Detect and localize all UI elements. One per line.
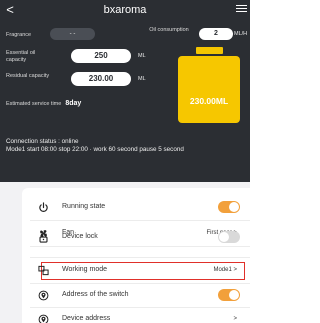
list-item-address-switch[interactable]: Address of the switch	[22, 284, 250, 307]
oil-consumption-unit: ML/H	[234, 31, 248, 37]
estimated-service-time: Estimated service time 8day	[6, 100, 81, 107]
list-item-device-address[interactable]: Device address >	[22, 308, 250, 323]
fragrance-value[interactable]: - -	[50, 28, 95, 40]
address-switch-label: Address of the switch	[62, 291, 129, 298]
residual-capacity-label: Residual capacity	[6, 73, 50, 79]
chevron-right-icon: >	[233, 267, 237, 273]
working-mode-icon	[38, 265, 49, 276]
oil-consumption-value[interactable]: 2	[199, 28, 233, 40]
connection-status: Connection status : online	[6, 138, 79, 145]
oil-consumption-label: Oil consumption	[149, 27, 189, 33]
app-screen: < bxaroma Fragrance - - Oil consumption …	[0, 0, 250, 323]
tank-capacity-display: 230.00ML	[189, 96, 229, 106]
device-header: < bxaroma Fragrance - - Oil consumption …	[0, 0, 250, 134]
device-address-label: Device address	[62, 315, 111, 322]
top-bar: < bxaroma	[0, 0, 250, 20]
menu-icon[interactable]	[236, 5, 247, 15]
residual-capacity-unit: ML	[138, 76, 146, 82]
page-title: bxaroma	[103, 4, 147, 16]
power-icon	[39, 202, 48, 212]
status-panel: Connection status : online Mode1 start 0…	[0, 134, 250, 182]
working-mode-value-text: Mode1	[213, 267, 232, 273]
divider	[30, 220, 250, 221]
device-lock-toggle[interactable]	[218, 231, 240, 243]
address-switch-toggle[interactable]	[218, 289, 240, 301]
tank-body	[178, 56, 240, 123]
essential-oil-unit: ML	[138, 53, 146, 59]
divider	[30, 257, 250, 258]
essential-oil-value[interactable]: 250	[71, 49, 131, 63]
device-address-chevron: >	[233, 316, 237, 322]
working-mode-value: Mode1 >	[213, 267, 237, 273]
lock-icon	[39, 232, 48, 243]
fragrance-label: Fragrance	[6, 32, 32, 38]
list-item-fan[interactable]: Fan First gear >	[22, 222, 250, 245]
estimated-label: Estimated service time	[6, 101, 62, 107]
tank-cap	[196, 47, 223, 54]
device-address-icon	[38, 314, 49, 323]
running-state-toggle[interactable]	[218, 201, 240, 213]
estimated-value: 8day	[65, 100, 82, 107]
schedule-status: Mode1 start 08:00 stop 22:00 · work 60 s…	[6, 145, 184, 153]
list-item-working-mode[interactable]: Working mode Mode1 >	[22, 259, 250, 282]
working-mode-label: Working mode	[62, 266, 108, 273]
residual-capacity-value[interactable]: 230.00	[71, 72, 131, 86]
running-state-label: Running state	[62, 203, 106, 210]
device-lock-label: Device lock	[62, 233, 98, 240]
list-item-running-state[interactable]: Running state	[22, 196, 250, 219]
address-icon	[38, 290, 49, 301]
essential-oil-label: Essential oil capacity	[6, 50, 36, 63]
oil-tank-graphic: 230.00ML	[178, 47, 240, 123]
